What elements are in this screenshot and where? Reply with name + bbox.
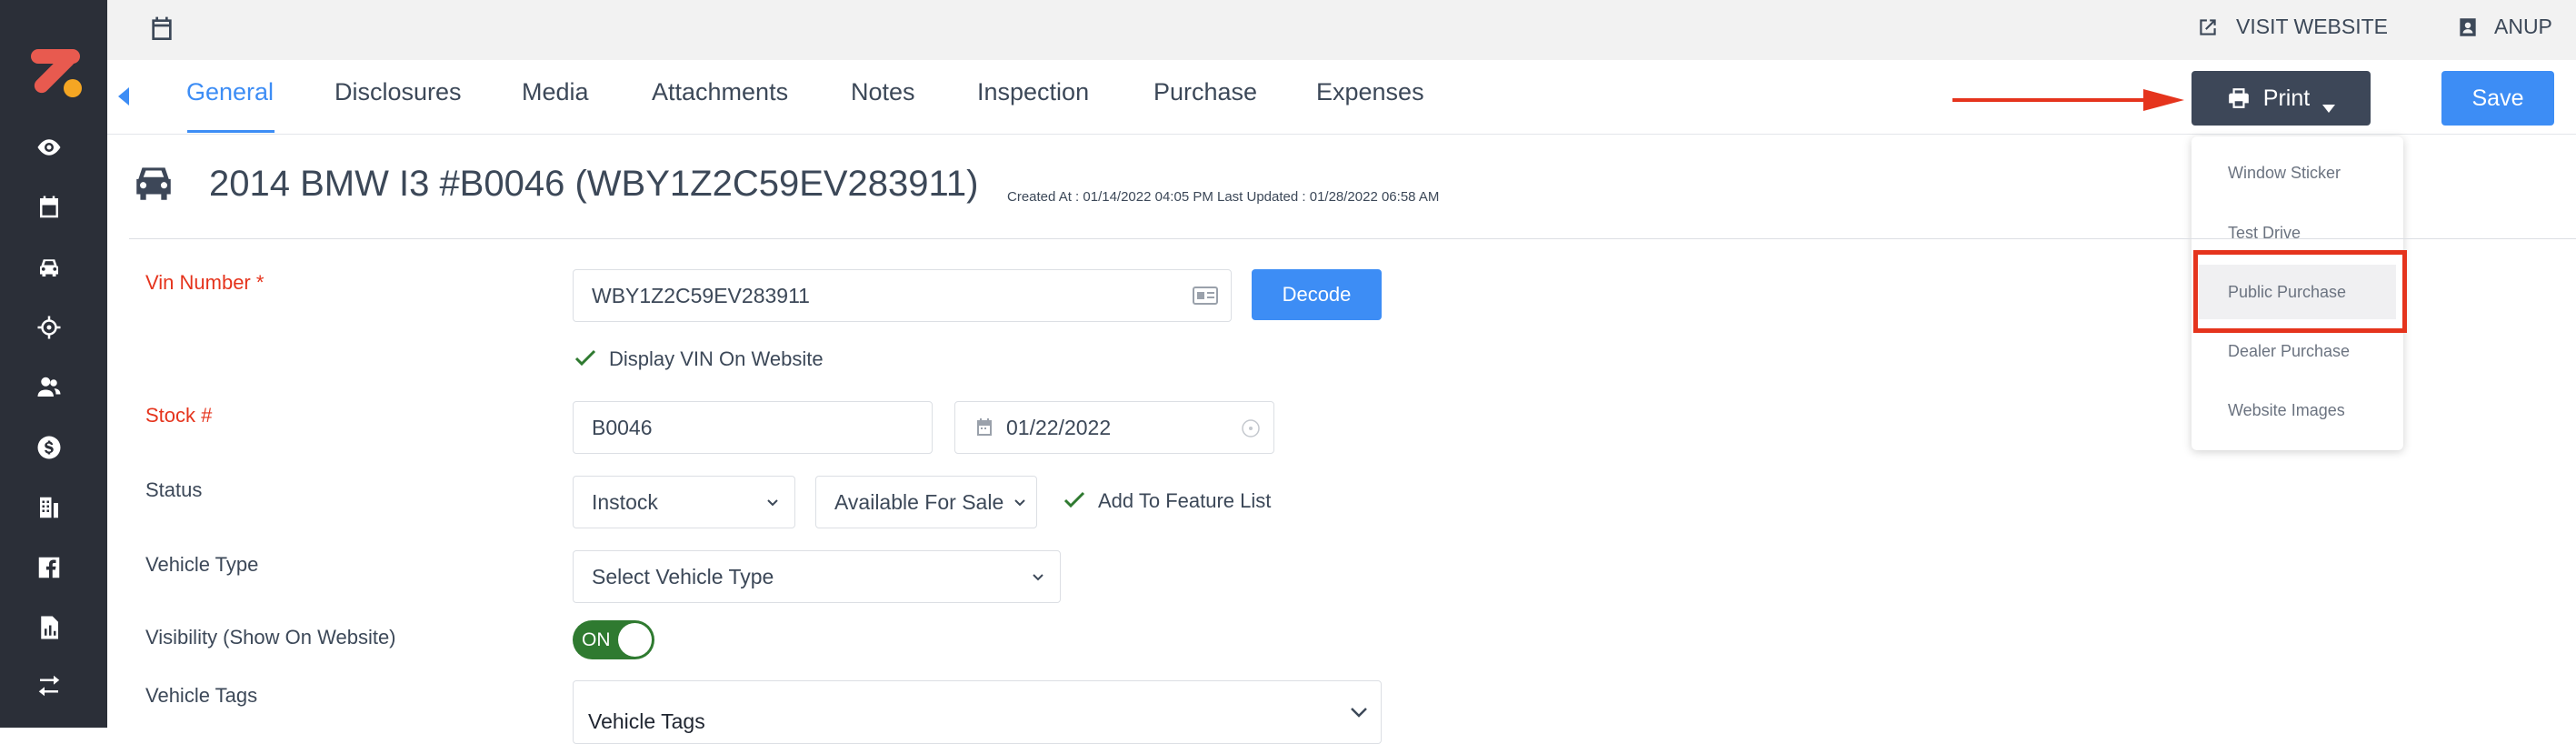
- vehicle-tags-select[interactable]: Vehicle Tags: [573, 680, 1382, 744]
- facebook-icon[interactable]: [31, 549, 67, 586]
- decode-button[interactable]: Decode: [1252, 269, 1382, 320]
- tab-media[interactable]: Media: [522, 78, 589, 106]
- app-logo[interactable]: [27, 38, 91, 102]
- vehicle-car-icon: [131, 162, 176, 204]
- user-menu[interactable]: ANUP: [2456, 15, 2552, 39]
- transfer-icon[interactable]: [31, 668, 67, 704]
- clear-date-icon[interactable]: [1241, 418, 1261, 438]
- divider: [129, 238, 2576, 239]
- menu-item-website-images[interactable]: Website Images: [2228, 401, 2345, 420]
- menu-item-test-drive[interactable]: Test Drive: [2228, 224, 2301, 243]
- vehicle-tags-placeholder: Vehicle Tags: [588, 709, 705, 733]
- menu-item-window-sticker[interactable]: Window Sticker: [2228, 164, 2341, 183]
- status-label: Status: [145, 478, 203, 501]
- toggle-knob: [618, 623, 652, 657]
- record-timestamps: Created At : 01/14/2022 04:05 PM Last Up…: [1007, 189, 1440, 205]
- vehicle-type-select[interactable]: Select Vehicle Type: [573, 550, 1061, 603]
- status-value: Instock: [592, 489, 658, 514]
- status-select[interactable]: Instock: [573, 476, 795, 528]
- chevron-down-icon: [1014, 499, 1025, 507]
- save-button[interactable]: Save: [2441, 71, 2554, 126]
- building-icon[interactable]: [31, 489, 67, 526]
- tab-attachments[interactable]: Attachments: [652, 78, 788, 106]
- vehicle-type-placeholder: Select Vehicle Type: [592, 564, 774, 588]
- eye-icon[interactable]: [31, 129, 67, 166]
- stock-input[interactable]: B0046: [573, 401, 933, 454]
- printer-icon: [2227, 86, 2251, 110]
- toggle-state-text: ON: [582, 629, 611, 650]
- collapse-tabs-icon[interactable]: [116, 85, 131, 107]
- caret-down-icon: [2322, 94, 2336, 113]
- calendar-icon: [973, 417, 995, 438]
- print-label: Print: [2262, 85, 2311, 111]
- vin-label: Vin Number *: [145, 271, 265, 294]
- calendar-icon[interactable]: [147, 15, 176, 44]
- tab-disclosures[interactable]: Disclosures: [334, 78, 462, 106]
- tab-general[interactable]: General: [186, 78, 274, 106]
- feature-list-checkbox[interactable]: [1062, 488, 1087, 513]
- feature-list-label: Add To Feature List: [1098, 489, 1272, 512]
- chevron-down-icon: [1351, 708, 1367, 718]
- target-icon[interactable]: [31, 309, 67, 346]
- user-icon: [2456, 15, 2480, 39]
- stock-value: B0046: [592, 415, 653, 439]
- display-vin-label: Display VIN On Website: [609, 347, 824, 370]
- page-title: 2014 BMW I3 #B0046 (WBY1Z2C59EV283911): [209, 164, 979, 204]
- availability-select[interactable]: Available For Sale: [815, 476, 1037, 528]
- external-link-icon: [2196, 15, 2220, 39]
- sidebar: [0, 0, 107, 728]
- dollar-icon[interactable]: [31, 429, 67, 466]
- chevron-down-icon: [1033, 574, 1043, 581]
- annotation-arrow: [1952, 89, 2184, 111]
- visit-website-label: VISIT WEBSITE: [2236, 15, 2388, 38]
- visibility-label: Visibility (Show On Website): [145, 626, 396, 648]
- active-tab-indicator: [187, 130, 275, 133]
- user-name: ANUP: [2494, 15, 2552, 38]
- top-bar: VISIT WEBSITE ANUP: [107, 0, 2576, 60]
- annotation-highlight-box: [2193, 250, 2407, 333]
- visit-website-link[interactable]: VISIT WEBSITE: [2196, 15, 2388, 39]
- stock-date-input[interactable]: 01/22/2022: [954, 401, 1274, 454]
- menu-item-dealer-purchase[interactable]: Dealer Purchase: [2228, 342, 2350, 361]
- tab-notes[interactable]: Notes: [851, 78, 915, 106]
- vehicle-type-label: Vehicle Type: [145, 553, 259, 576]
- car-icon[interactable]: [31, 249, 67, 286]
- visibility-toggle[interactable]: ON: [573, 620, 654, 659]
- chevron-down-icon: [767, 499, 778, 507]
- stock-date-value: 01/22/2022: [1006, 415, 1112, 439]
- vehicle-tags-label: Vehicle Tags: [145, 684, 258, 707]
- report-icon[interactable]: [31, 609, 67, 646]
- tab-inspection[interactable]: Inspection: [977, 78, 1089, 106]
- tab-expenses[interactable]: Expenses: [1316, 78, 1424, 106]
- availability-value: Available For Sale: [834, 489, 1004, 514]
- print-button[interactable]: Print: [2192, 71, 2371, 126]
- vin-value: WBY1Z2C59EV283911: [592, 283, 810, 307]
- id-card-icon[interactable]: [1193, 285, 1218, 307]
- display-vin-checkbox[interactable]: [573, 346, 598, 371]
- stock-label: Stock #: [145, 404, 213, 427]
- calendar-icon[interactable]: [31, 189, 67, 226]
- tab-purchase[interactable]: Purchase: [1153, 78, 1257, 106]
- vin-input[interactable]: WBY1Z2C59EV283911: [573, 269, 1232, 322]
- users-icon[interactable]: [31, 369, 67, 406]
